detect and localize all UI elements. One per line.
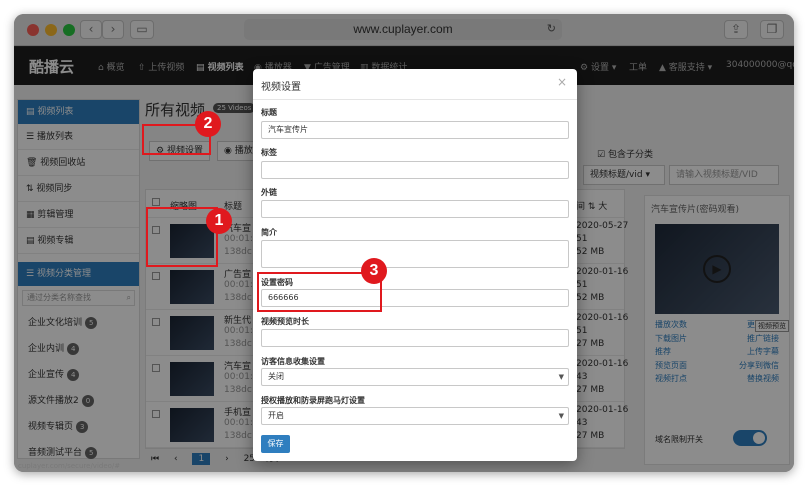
callout-number-3: 3 bbox=[361, 258, 387, 284]
link-input[interactable] bbox=[261, 200, 569, 218]
intro-textarea[interactable] bbox=[261, 240, 569, 268]
video-settings-dialog: 视频设置 × 标题 汽车宣传片 标签 外链 简介 设置密码 666666 视频预… bbox=[253, 69, 577, 461]
close-icon[interactable]: × bbox=[557, 75, 567, 89]
preview-duration-label: 视频预览时长 bbox=[261, 317, 309, 326]
visitor-info-select[interactable]: 关闭 ▼ bbox=[261, 368, 569, 386]
marquee-label: 授权播放和防录屏跑马灯设置 bbox=[261, 396, 365, 405]
chevron-down-icon: ▼ bbox=[558, 412, 564, 420]
tags-input[interactable] bbox=[261, 161, 569, 179]
dialog-title: 视频设置 bbox=[261, 82, 301, 93]
tags-label: 标签 bbox=[261, 148, 277, 157]
title-input[interactable]: 汽车宣传片 bbox=[261, 121, 569, 139]
dialog-divider bbox=[253, 99, 577, 100]
title-label: 标题 bbox=[261, 108, 277, 117]
visitor-info-label: 访客信息收集设置 bbox=[261, 357, 325, 366]
chevron-down-icon: ▼ bbox=[558, 373, 564, 381]
callout-number-2: 2 bbox=[195, 111, 221, 137]
preview-duration-input[interactable] bbox=[261, 329, 569, 347]
link-label: 外链 bbox=[261, 188, 277, 197]
intro-label: 简介 bbox=[261, 228, 277, 237]
callout-number-1: 1 bbox=[206, 208, 232, 234]
marquee-select[interactable]: 开启 ▼ bbox=[261, 407, 569, 425]
browser-window: ‹ › ▭ www.cuplayer.com ↻ ⇪ ❐ 酷播云 ⌂ 概览 ⇧ … bbox=[14, 14, 794, 472]
save-button[interactable]: 保存 bbox=[261, 435, 290, 453]
